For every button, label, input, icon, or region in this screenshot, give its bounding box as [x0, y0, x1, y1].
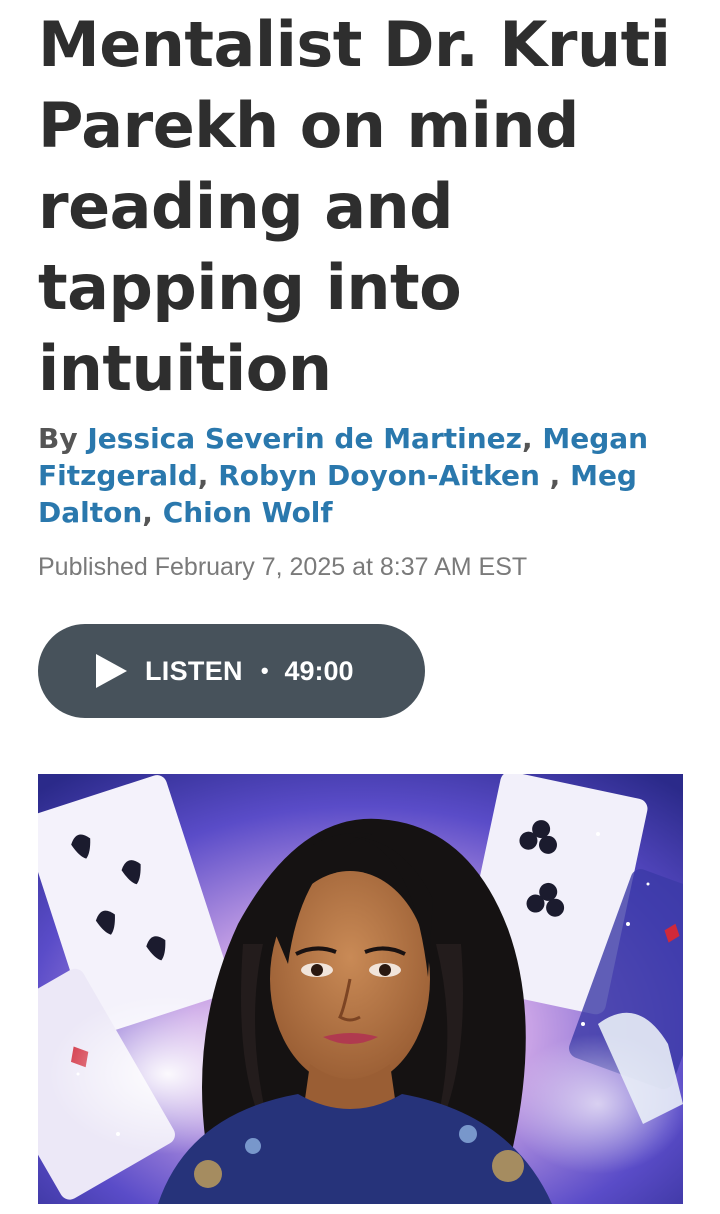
separator-dot: • — [260, 658, 269, 683]
published-date: Published February 7, 2025 at 8:37 AM ES… — [38, 553, 528, 581]
byline-prefix: By — [38, 422, 78, 455]
author-link[interactable]: Jessica Severin de Martinez — [87, 422, 522, 455]
listen-button[interactable]: LISTEN • 49:00 — [38, 624, 425, 718]
article-page: Mentalist Dr. Kruti Parekh on mind readi… — [0, 0, 720, 1214]
audio-duration: 49:00 — [284, 655, 354, 686]
author-separator: , — [197, 459, 219, 492]
author-separator: , — [521, 422, 543, 455]
author-separator: , — [142, 496, 163, 529]
hero-image — [38, 774, 683, 1204]
play-icon — [96, 654, 127, 688]
author-link[interactable]: Robyn Doyon-Aitken — [218, 459, 540, 492]
byline: By Jessica Severin de Martinez, Megan Fi… — [38, 420, 698, 531]
author-separator: , — [539, 459, 571, 492]
article-headline: Mentalist Dr. Kruti Parekh on mind readi… — [38, 8, 671, 405]
author-link[interactable]: Chion Wolf — [163, 496, 333, 529]
listen-label: LISTEN — [145, 655, 243, 686]
